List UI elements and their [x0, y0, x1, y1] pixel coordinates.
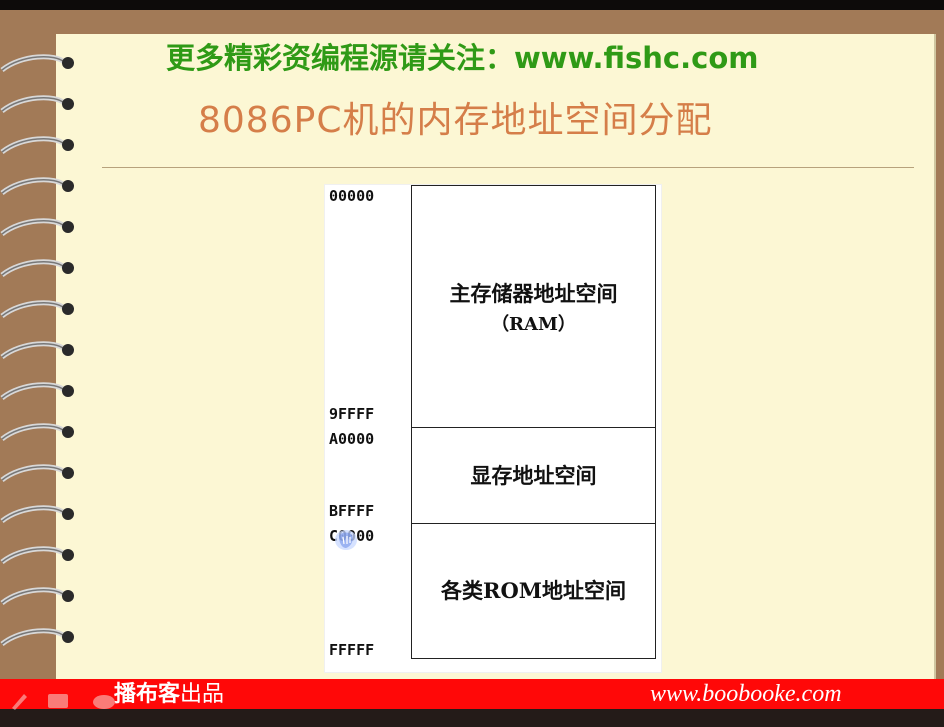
rom-block: 各类ROM地址空间: [411, 523, 656, 659]
address-label-vram-start: A0000: [329, 430, 375, 448]
spiral-ring-icon: [0, 505, 74, 524]
spiral-ring-icon: [0, 300, 74, 319]
brand-name: 播布客: [114, 681, 181, 706]
promo-heading: 更多精彩资编程源请关注：www.fishc.com: [166, 41, 759, 75]
memory-map-diagram: 00000 9FFFF A0000 BFFFF C0000 FFFFF 主存储器…: [324, 184, 662, 673]
spiral-ring-icon: [0, 177, 74, 196]
spiral-ring-icon: [0, 218, 74, 237]
spiral-ring-icon: [0, 136, 74, 155]
note-icon[interactable]: [48, 694, 68, 708]
ram-label: 主存储器地址空间: [449, 281, 618, 307]
spiral-ring-icon: [0, 54, 74, 73]
spiral-ring-icon: [0, 382, 74, 401]
spiral-ring-icon: [0, 464, 74, 483]
spiral-ring-icon: [0, 341, 74, 360]
spiral-ring-icon: [0, 546, 74, 565]
address-label-end: FFFFF: [329, 641, 375, 659]
address-label-vram-end: BFFFF: [329, 502, 375, 520]
ram-sublabel: （RAM）: [491, 313, 576, 335]
slide-title: 8086PC机的内存地址空间分配: [198, 100, 713, 141]
footer-brand: 播布客出品: [114, 679, 224, 709]
spiral-ring-icon: [0, 95, 74, 114]
footer-url[interactable]: www.boobooke.com: [650, 679, 842, 709]
hand-cursor-icon: [335, 530, 357, 550]
title-divider: [102, 167, 914, 168]
rom-label: 各类ROM地址空间: [441, 578, 626, 604]
address-label-ram-end: 9FFFF: [329, 405, 375, 423]
spiral-ring-icon: [0, 628, 74, 647]
spiral-ring-icon: [0, 259, 74, 278]
pen-icon[interactable]: [12, 694, 27, 710]
brand-suffix: 出品: [180, 681, 225, 706]
spiral-ring-icon: [0, 587, 74, 606]
ram-block: 主存储器地址空间 （RAM）: [411, 185, 656, 429]
spiral-ring-icon: [0, 423, 74, 442]
vram-block: 显存地址空间: [411, 427, 656, 525]
eraser-icon[interactable]: [93, 695, 115, 709]
vram-label: 显存地址空间: [470, 463, 597, 489]
address-label-start: 00000: [329, 187, 375, 205]
